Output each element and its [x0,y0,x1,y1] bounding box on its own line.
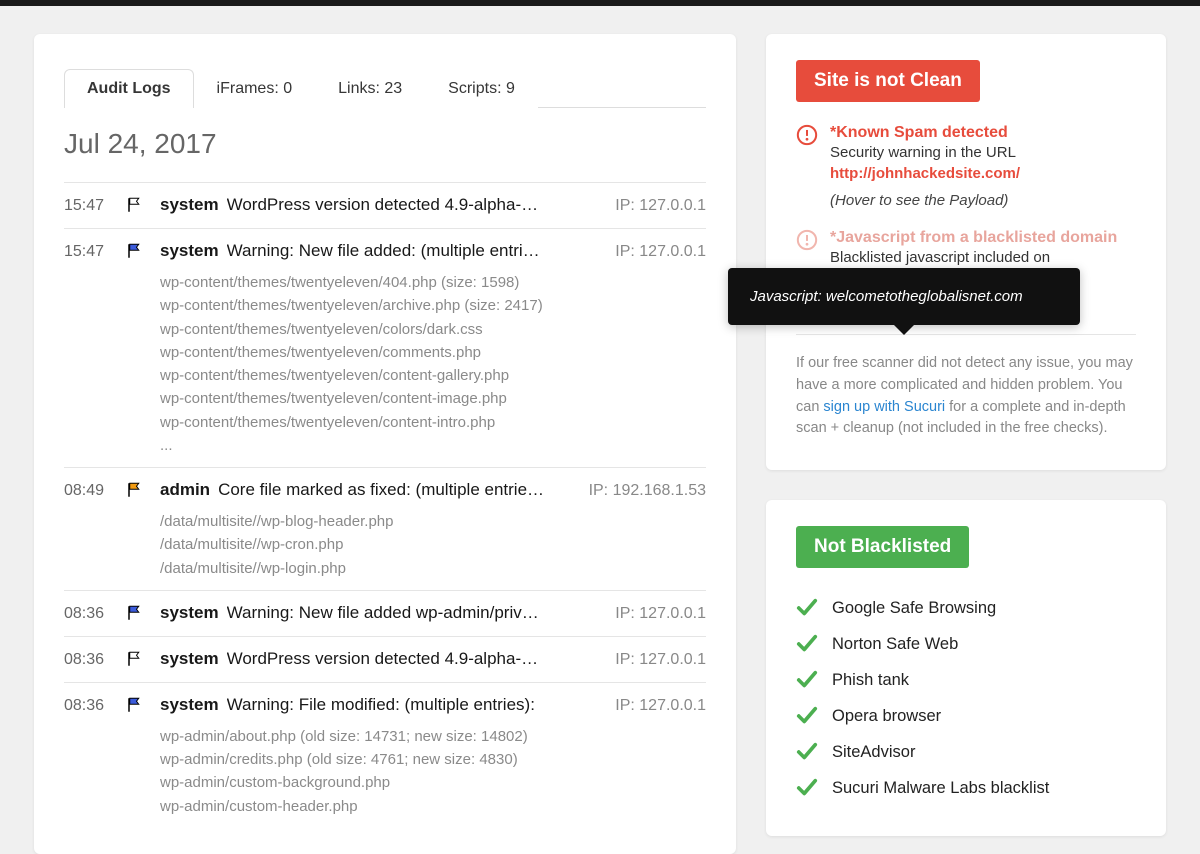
flag-icon[interactable] [126,650,144,668]
blacklist-check-item: Sucuri Malware Labs blacklist [796,770,1136,806]
log-details: /data/multisite//wp-blog-header.php/data… [160,510,706,580]
signup-link[interactable]: sign up with Sucuri [823,399,945,415]
blacklist-status-card: Not Blacklisted Google Safe Browsing Nort… [766,500,1166,836]
flag-icon[interactable] [126,481,144,499]
log-time: 15:47 [64,195,114,218]
log-ip: IP: 127.0.0.1 [615,243,706,261]
log-details: wp-content/themes/twentyeleven/404.php (… [160,271,706,457]
flag-icon[interactable] [126,604,144,622]
check-label: Phish tank [832,671,909,690]
log-actor: system [160,603,219,623]
log-list: 15:47 system WordPress version detected 4.… [64,182,706,828]
hover-note: (Hover to see the Payload) [830,192,1020,209]
alert-icon [796,229,818,251]
log-ip: IP: 127.0.0.1 [615,651,706,669]
log-actor: admin [160,480,210,500]
log-actor: system [160,241,219,261]
log-actor: system [160,195,219,215]
log-detail-line: ... [160,434,706,457]
check-label: Norton Safe Web [832,635,958,654]
checkmark-icon [796,597,818,619]
blacklist-checks: Google Safe Browsing Norton Safe Web Phish… [796,590,1136,806]
log-time: 08:36 [64,695,114,818]
log-detail-line: wp-content/themes/twentyeleven/content-i… [160,411,706,434]
log-message: Warning: New file added: (multiple entri… [227,241,608,261]
log-details: wp-admin/about.php (old size: 14731; new… [160,725,706,818]
log-time: 15:47 [64,241,114,457]
flag-icon[interactable] [126,196,144,214]
log-message: Warning: File modified: (multiple entrie… [227,695,608,715]
blacklist-check-item: Opera browser [796,698,1136,734]
log-detail-line: /data/multisite//wp-login.php [160,557,706,580]
log-row[interactable]: 15:47 system WordPress version detected 4.… [64,182,706,228]
tab-scripts-9[interactable]: Scripts: 9 [425,69,538,108]
log-row[interactable]: 08:36 system Warning: File modified: (mult… [64,682,706,828]
checkmark-icon [796,777,818,799]
status-not-clean-badge: Site is not Clean [796,60,980,102]
log-actor: system [160,695,219,715]
tab-audit-logs[interactable]: Audit Logs [64,69,194,108]
log-ip: IP: 127.0.0.1 [615,605,706,623]
check-label: Google Safe Browsing [832,599,996,618]
log-detail-line: wp-admin/custom-background.php [160,771,706,794]
alert-icon [796,124,818,146]
checkmark-icon [796,705,818,727]
log-message: Core file marked as fixed: (multiple ent… [218,480,581,500]
tab-iframes-0[interactable]: iFrames: 0 [194,69,316,108]
alert-subtitle: Security warning in the URL [830,144,1020,161]
audit-log-panel: Audit LogsiFrames: 0Links: 23Scripts: 9 … [34,34,736,854]
log-time: 08:36 [64,649,114,672]
payload-tooltip: Javascript: welcometotheglobalisnet.com [728,268,1080,325]
alert-url[interactable]: http://johnhackedsite.com/ [830,165,1020,182]
log-detail-line: wp-content/themes/twentyeleven/comments.… [160,341,706,364]
checkmark-icon [796,741,818,763]
alert-title: *Known Spam detected [830,124,1020,142]
check-label: Sucuri Malware Labs blacklist [832,779,1049,798]
date-heading: Jul 24, 2017 [64,128,706,160]
log-detail-line: wp-content/themes/twentyeleven/404.php (… [160,271,706,294]
security-alert[interactable]: *Known Spam detected Security warning in … [796,124,1136,209]
log-detail-line: wp-admin/custom-header.php [160,795,706,818]
log-detail-line: wp-admin/credits.php (old size: 4761; ne… [160,748,706,771]
check-label: SiteAdvisor [832,743,915,762]
alert-subtitle: Blacklisted javascript included on [830,249,1117,266]
helper-text: If our free scanner did not detect any i… [796,353,1136,440]
alert-title: *Javascript from a blacklisted domain [830,229,1117,247]
blacklist-check-item: Norton Safe Web [796,626,1136,662]
log-detail-line: wp-content/themes/twentyeleven/content-i… [160,387,706,410]
log-actor: system [160,649,219,669]
check-label: Opera browser [832,707,941,726]
log-time: 08:36 [64,603,114,626]
log-ip: IP: 127.0.0.1 [615,197,706,215]
flag-icon[interactable] [126,696,144,714]
log-detail-line: /data/multisite//wp-cron.php [160,533,706,556]
log-ip: IP: 192.168.1.53 [589,482,706,500]
flag-icon[interactable] [126,242,144,260]
log-time: 08:49 [64,480,114,580]
log-message: WordPress version detected 4.9-alpha-… [227,195,608,215]
log-row[interactable]: 15:47 system Warning: New file added: (mul… [64,228,706,467]
log-detail-line: /data/multisite//wp-blog-header.php [160,510,706,533]
checkmark-icon [796,633,818,655]
checkmark-icon [796,669,818,691]
log-row[interactable]: 08:36 system WordPress version detected 4.… [64,636,706,682]
log-message: WordPress version detected 4.9-alpha-… [227,649,608,669]
log-detail-line: wp-content/themes/twentyeleven/colors/da… [160,318,706,341]
tab-links-23[interactable]: Links: 23 [315,69,425,108]
blacklist-check-item: Phish tank [796,662,1136,698]
separator [796,334,1136,335]
log-detail-line: wp-content/themes/twentyeleven/content-g… [160,364,706,387]
log-row[interactable]: 08:49 admin Core file marked as fixed: (mu… [64,467,706,590]
site-status-card: Site is not Clean *Known Spam detected Se… [766,34,1166,470]
log-message: Warning: New file added wp-admin/priv… [227,603,608,623]
log-row[interactable]: 08:36 system Warning: New file added wp-ad… [64,590,706,636]
status-not-blacklisted-badge: Not Blacklisted [796,526,969,568]
tabs: Audit LogsiFrames: 0Links: 23Scripts: 9 [64,68,706,108]
blacklist-check-item: SiteAdvisor [796,734,1136,770]
blacklist-check-item: Google Safe Browsing [796,590,1136,626]
log-detail-line: wp-admin/about.php (old size: 14731; new… [160,725,706,748]
log-ip: IP: 127.0.0.1 [615,697,706,715]
log-detail-line: wp-content/themes/twentyeleven/archive.p… [160,294,706,317]
